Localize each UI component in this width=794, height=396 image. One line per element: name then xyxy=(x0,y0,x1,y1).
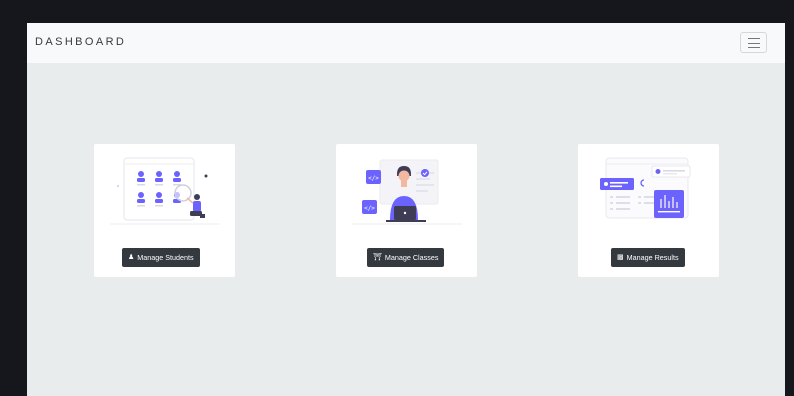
manage-results-label: Manage Results xyxy=(626,253,679,262)
manage-results-button[interactable]: ▩ Manage Results xyxy=(611,248,685,267)
students-grid-illustration xyxy=(110,157,220,225)
navbar-brand[interactable]: DASHBOARD xyxy=(35,36,126,48)
navbar: DASHBOARD xyxy=(27,23,785,63)
institution-icon: ⛩ xyxy=(373,254,382,261)
hamburger-menu-icon[interactable] xyxy=(740,32,767,53)
manage-students-button[interactable]: ♟ Manage Students xyxy=(122,248,200,267)
manage-classes-card: </> </> ⛩ Manage Classes xyxy=(336,144,477,277)
manage-classes-button[interactable]: ⛩ Manage Classes xyxy=(367,248,445,267)
svg-text:</>: </> xyxy=(368,175,379,182)
manage-students-label: Manage Students xyxy=(137,253,194,262)
developer-laptop-illustration: </> </> xyxy=(352,159,462,225)
svg-text:</>: </> xyxy=(364,205,375,212)
analytics-dashboard-illustration xyxy=(600,157,691,219)
app-frame: DASHBOARD ♟ Manage Students </> </> ⛩ Ma… xyxy=(27,23,785,396)
manage-students-card: ♟ Manage Students xyxy=(94,144,235,277)
manage-results-card: ▩ Manage Results xyxy=(578,144,719,277)
square-poll-icon: ▩ xyxy=(617,254,624,261)
users-icon: ♟ xyxy=(128,254,135,261)
manage-classes-label: Manage Classes xyxy=(384,253,439,262)
